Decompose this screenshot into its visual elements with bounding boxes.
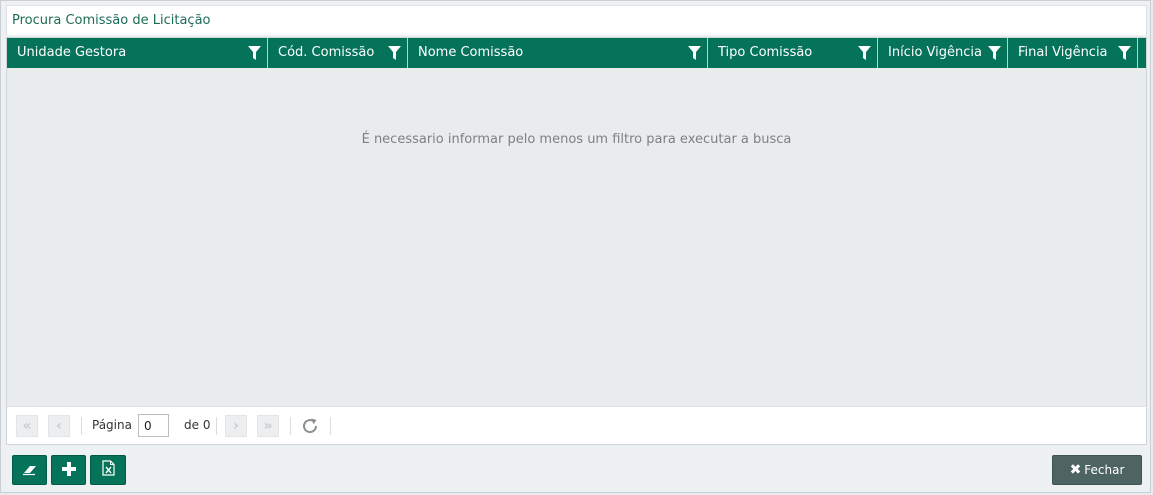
refresh-icon[interactable] xyxy=(300,416,320,436)
double-chevron-right-icon[interactable]: » xyxy=(257,415,279,437)
column-label: Cód. Comissão xyxy=(278,45,375,60)
filter-icon[interactable] xyxy=(388,46,401,60)
column-final-vigencia[interactable]: Final Vigência xyxy=(1008,38,1138,68)
close-button-label: Fechar xyxy=(1084,463,1125,477)
pager-separator xyxy=(81,417,82,435)
pagination-bar: « ‹ Página de 0 › » xyxy=(7,406,1146,444)
page-number-input[interactable] xyxy=(138,414,169,437)
page-label: Página xyxy=(92,418,132,432)
close-button[interactable]: ✖ Fechar xyxy=(1052,455,1142,485)
column-label: Nome Comissão xyxy=(418,45,524,60)
column-label: Final Vigência xyxy=(1018,45,1108,60)
empty-results-message: É necessario informar pelo menos um filt… xyxy=(361,132,792,147)
filter-icon[interactable] xyxy=(858,46,871,60)
column-label: Início Vigência xyxy=(888,45,982,60)
column-cod-comissao[interactable]: Cód. Comissão xyxy=(268,38,408,68)
column-nome-comissao[interactable]: Nome Comissão xyxy=(408,38,708,68)
chevron-left-icon[interactable]: ‹ xyxy=(48,415,70,437)
double-chevron-left-icon[interactable]: « xyxy=(16,415,38,437)
grid-header: Unidade Gestora Cód. Comissão Nome Comis… xyxy=(7,38,1146,68)
search-window: Procura Comissão de Licitação Unidade Ge… xyxy=(0,0,1151,493)
window-title: Procura Comissão de Licitação xyxy=(12,13,211,28)
column-tipo-comissao[interactable]: Tipo Comissão xyxy=(708,38,878,68)
results-grid: Unidade Gestora Cód. Comissão Nome Comis… xyxy=(6,37,1147,445)
page-total-label: de 0 xyxy=(184,418,211,432)
excel-export-icon xyxy=(101,460,115,480)
clear-button[interactable] xyxy=(12,455,47,485)
close-x-icon: ✖ xyxy=(1069,462,1082,478)
pager-separator xyxy=(290,417,291,435)
column-label: Unidade Gestora xyxy=(17,45,127,60)
eraser-icon xyxy=(22,461,38,480)
column-unidade-gestora[interactable]: Unidade Gestora xyxy=(7,38,268,68)
column-label: Tipo Comissão xyxy=(718,45,813,60)
add-button[interactable] xyxy=(51,455,86,485)
title-bar: Procura Comissão de Licitação xyxy=(6,5,1147,35)
pager-separator xyxy=(216,417,217,435)
export-excel-button[interactable] xyxy=(90,455,126,485)
plus-icon xyxy=(61,461,76,480)
filter-icon[interactable] xyxy=(688,46,701,60)
pager-separator xyxy=(330,417,331,435)
filter-icon[interactable] xyxy=(988,46,1001,60)
chevron-right-icon[interactable]: › xyxy=(225,415,247,437)
filter-icon[interactable] xyxy=(248,46,261,60)
filter-icon[interactable] xyxy=(1118,46,1131,60)
column-inicio-vigencia[interactable]: Início Vigência xyxy=(878,38,1008,68)
